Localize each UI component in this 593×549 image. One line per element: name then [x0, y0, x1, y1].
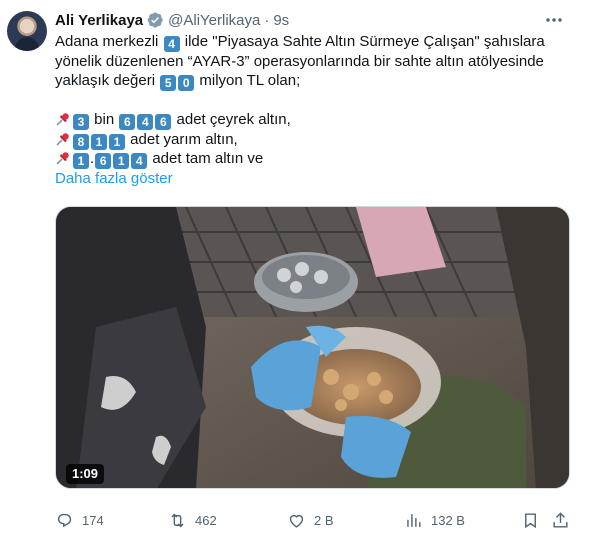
text-fragment: yaklaşık değeri	[55, 72, 160, 89]
keycap-digit: 4	[163, 36, 180, 52]
share-button[interactable]	[551, 508, 570, 532]
heart-icon	[289, 514, 304, 528]
like-button[interactable]: 2 B	[287, 508, 334, 532]
pushpin-icon	[55, 131, 71, 147]
text-fragment: adet tam altın ve	[148, 150, 264, 167]
repost-icon	[171, 513, 184, 527]
text-fragment: milyon TL olan;	[195, 72, 301, 89]
views-chart-icon	[407, 513, 421, 527]
keycap-digit: 1	[113, 153, 130, 169]
text-line-3: yaklaşık değeri 50 milyon TL olan;	[55, 71, 570, 91]
tweet[interactable]: Ali Yerlikaya @AliYerlikaya · 9s Adana m…	[0, 0, 593, 549]
repost-count: 462	[195, 512, 217, 528]
text-line-4: 3 bin 646 adet çeyrek altın,	[55, 110, 570, 130]
like-count: 2 B	[314, 512, 334, 528]
pushpin-icon	[55, 111, 71, 127]
bookmark-icon	[525, 512, 536, 528]
bookmark-button[interactable]	[521, 508, 540, 532]
text-fragment: adet yarım altın,	[126, 130, 238, 148]
text-line-6: 1.614 adet tam altın ve	[55, 149, 570, 169]
author-handle[interactable]: @AliYerlikaya	[168, 12, 260, 29]
text-fragment: Adana merkezli	[55, 33, 163, 50]
keycap-digit: 8	[73, 133, 89, 150]
keycap-digit: 4	[137, 114, 154, 130]
author-name[interactable]: Ali Yerlikaya	[55, 12, 143, 29]
text-fragment: adet çeyrek altın,	[172, 111, 291, 128]
keycap-digit: 3	[73, 114, 89, 130]
video-duration-badge: 1:09	[66, 464, 105, 484]
keycap-digit: 6	[155, 114, 172, 130]
views-button[interactable]: 132 B	[404, 508, 465, 532]
text-fragment: .	[90, 150, 95, 167]
share-icon	[553, 511, 568, 528]
repost-button[interactable]: 462	[168, 508, 217, 532]
verified-badge-icon	[146, 11, 164, 29]
video-player[interactable]: 1:09	[55, 206, 570, 489]
text-line-2: yönelik düzenlenen “AYAR-3” operasyonlar…	[55, 52, 544, 70]
keycap-digit: 0	[178, 75, 195, 91]
timestamp[interactable]: 9s	[273, 12, 289, 29]
keycap-digit: 6	[119, 114, 136, 130]
keycap-digit: 4	[131, 153, 148, 169]
text-line-5: 811 adet yarım altın,	[55, 130, 570, 150]
more-options-icon[interactable]	[543, 12, 565, 28]
avatar[interactable]	[7, 11, 47, 51]
text-fragment: bin	[90, 111, 119, 128]
separator: ·	[264, 11, 270, 29]
tweet-text: Adana merkezli 4 ilde "Piyasaya Sahte Al…	[55, 32, 570, 188]
reply-count: 174	[82, 512, 104, 528]
action-bar: 174 462 2 B 132 B	[55, 508, 570, 532]
view-count: 132 B	[431, 512, 465, 528]
keycap-digit: 6	[95, 153, 112, 169]
video-frame	[56, 207, 569, 488]
keycap-digit: 1	[91, 133, 107, 150]
reply-icon	[57, 513, 72, 527]
keycap-digit: 1	[73, 153, 89, 169]
show-more-link[interactable]: Daha fazla göster	[55, 169, 570, 189]
text-fragment: ilde "Piyasaya Sahte Altın Sürmeye Çalış…	[180, 33, 545, 50]
keycap-digit: 1	[109, 133, 125, 150]
pushpin-icon	[55, 150, 71, 166]
tweet-header: Ali Yerlikaya @AliYerlikaya · 9s	[55, 10, 289, 30]
reply-button[interactable]: 174	[55, 508, 104, 532]
keycap-digit: 5	[160, 75, 177, 91]
text-line-1: Adana merkezli 4 ilde "Piyasaya Sahte Al…	[55, 32, 570, 52]
